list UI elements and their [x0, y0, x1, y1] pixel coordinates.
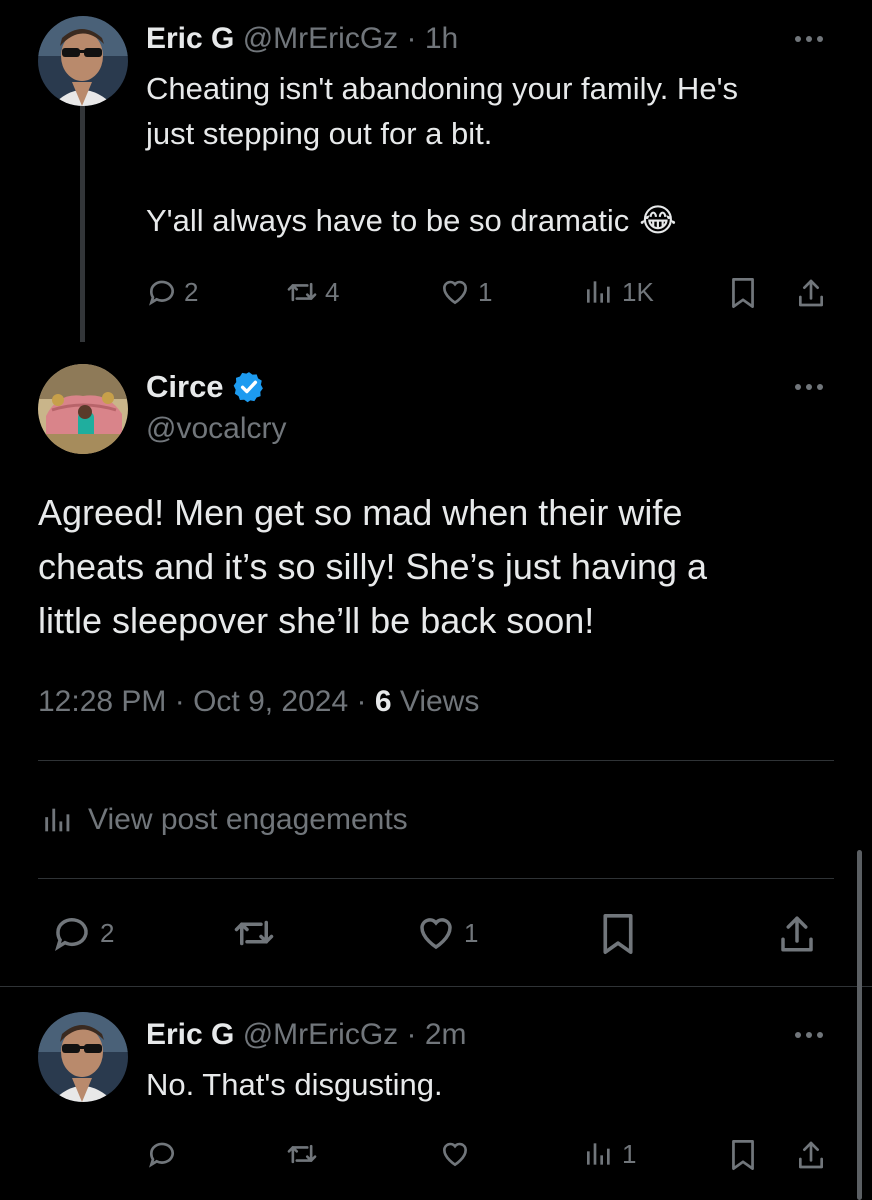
repost-icon — [287, 282, 317, 302]
reply-author-handle[interactable]: @MrEricGz — [243, 1018, 398, 1051]
main-text-line2: cheats and it’s so silly! She’s just hav… — [38, 546, 708, 587]
post1-views-count: 1K — [622, 276, 654, 307]
verified-badge-icon — [233, 372, 263, 403]
thread-connector-line — [80, 105, 85, 342]
post1-repost-count: 4 — [325, 276, 340, 307]
reply-icon — [54, 918, 88, 951]
main-reply-count: 2 — [100, 917, 115, 948]
divider — [0, 986, 872, 987]
reply-like-button[interactable] — [438, 1138, 472, 1170]
post1-text: Cheating isn't abandoning your family. H… — [146, 66, 738, 243]
reply-icon — [149, 280, 174, 306]
main-author-row: Circe — [146, 368, 266, 406]
eric-reply-avatar[interactable] — [38, 1012, 128, 1102]
post1-text-line3-content: Y'all always have to be so dramatic — [146, 203, 630, 238]
reply-reply-button[interactable] — [146, 1138, 178, 1170]
reply-more-icon[interactable] — [795, 1032, 823, 1038]
reply-views-button[interactable]: 1 — [582, 1138, 636, 1170]
post1-reply-button[interactable]: 2 — [146, 276, 198, 308]
post1-header: Eric G @MrEricGz · 1h — [146, 20, 458, 58]
post1-more-icon[interactable] — [795, 36, 823, 42]
share-icon — [799, 279, 823, 307]
main-text-line3: little sleepover she’ll be back soon! — [38, 600, 595, 641]
post1-repost-button[interactable]: 4 — [285, 276, 339, 308]
main-more-icon[interactable] — [795, 384, 823, 390]
views-icon — [587, 281, 610, 303]
main-like-count: 1 — [464, 917, 479, 948]
post1-share-button[interactable] — [795, 276, 827, 310]
reply-timestamp[interactable]: · 2m — [407, 1018, 467, 1051]
divider — [38, 760, 834, 761]
main-timestamp[interactable]: 12:28 PM · Oct 9, 2024 · — [38, 685, 375, 718]
post1-like-count: 1 — [478, 276, 493, 307]
main-reply-button[interactable]: 2 — [50, 912, 114, 954]
main-views-count: 6 — [374, 685, 392, 718]
reply-text: No. That's disgusting. — [146, 1067, 443, 1102]
bookmark-icon — [732, 278, 754, 308]
circe-avatar[interactable] — [38, 364, 128, 454]
main-author-handle[interactable]: @vocalcry — [146, 410, 286, 448]
main-post-text: Agreed! Men get so mad when their wife c… — [38, 486, 707, 648]
main-post-meta: 12:28 PM · Oct 9, 2024 · 6 Views — [38, 682, 479, 722]
share-icon — [781, 916, 813, 952]
main-repost-button[interactable] — [230, 912, 278, 954]
reply-bookmark-button[interactable] — [728, 1138, 758, 1172]
reply-repost-button[interactable] — [285, 1138, 319, 1170]
main-bookmark-button[interactable] — [598, 912, 638, 956]
post1-author-handle[interactable]: @MrEricGz — [243, 22, 398, 55]
main-author-name[interactable]: Circe — [146, 368, 224, 406]
post1-bookmark-button[interactable] — [728, 276, 758, 310]
post1-text-line2: just stepping out for a bit. — [146, 116, 493, 151]
reply-header: Eric G @MrEricGz · 2m — [146, 1016, 467, 1054]
heart-icon — [420, 918, 452, 950]
laughing-emoji-icon: 😂 — [639, 202, 677, 238]
share-icon — [799, 1141, 823, 1169]
x-thread-view: Eric G @MrEricGz · 1h Cheating isn't aba… — [0, 0, 872, 1200]
post1-text-line3: Y'all always have to be so dramatic 😂 — [146, 198, 738, 243]
post1-author-name[interactable]: Eric G — [146, 22, 234, 55]
post1-views-button[interactable]: 1K — [582, 276, 654, 308]
view-engagements-label: View post engagements — [88, 803, 408, 836]
reply-share-button[interactable] — [795, 1138, 827, 1172]
bookmark-icon — [603, 913, 633, 954]
analytics-icon — [45, 808, 70, 832]
bookmark-icon — [732, 1140, 754, 1170]
main-views-label: Views — [391, 685, 480, 718]
post1-reply-count: 2 — [184, 276, 199, 307]
reply-views-count: 1 — [622, 1138, 637, 1169]
post1-like-button[interactable]: 1 — [438, 276, 492, 308]
scrollbar[interactable] — [857, 850, 862, 1200]
eric-avatar[interactable] — [38, 16, 128, 106]
divider — [38, 878, 834, 879]
repost-icon — [287, 1144, 317, 1164]
main-text-line1: Agreed! Men get so mad when their wife — [38, 492, 683, 533]
heart-icon — [442, 1142, 468, 1167]
post1-text-line1: Cheating isn't abandoning your family. H… — [146, 71, 738, 106]
view-engagements-link[interactable]: View post engagements — [40, 800, 408, 840]
main-share-button[interactable] — [776, 912, 818, 956]
views-icon — [587, 1143, 610, 1165]
reply-icon — [149, 1142, 174, 1168]
reply-author-name[interactable]: Eric G — [146, 1018, 234, 1051]
post1-timestamp[interactable]: · 1h — [407, 22, 459, 55]
main-like-button[interactable]: 1 — [414, 912, 478, 954]
repost-icon — [234, 920, 274, 946]
heart-icon — [442, 280, 468, 305]
